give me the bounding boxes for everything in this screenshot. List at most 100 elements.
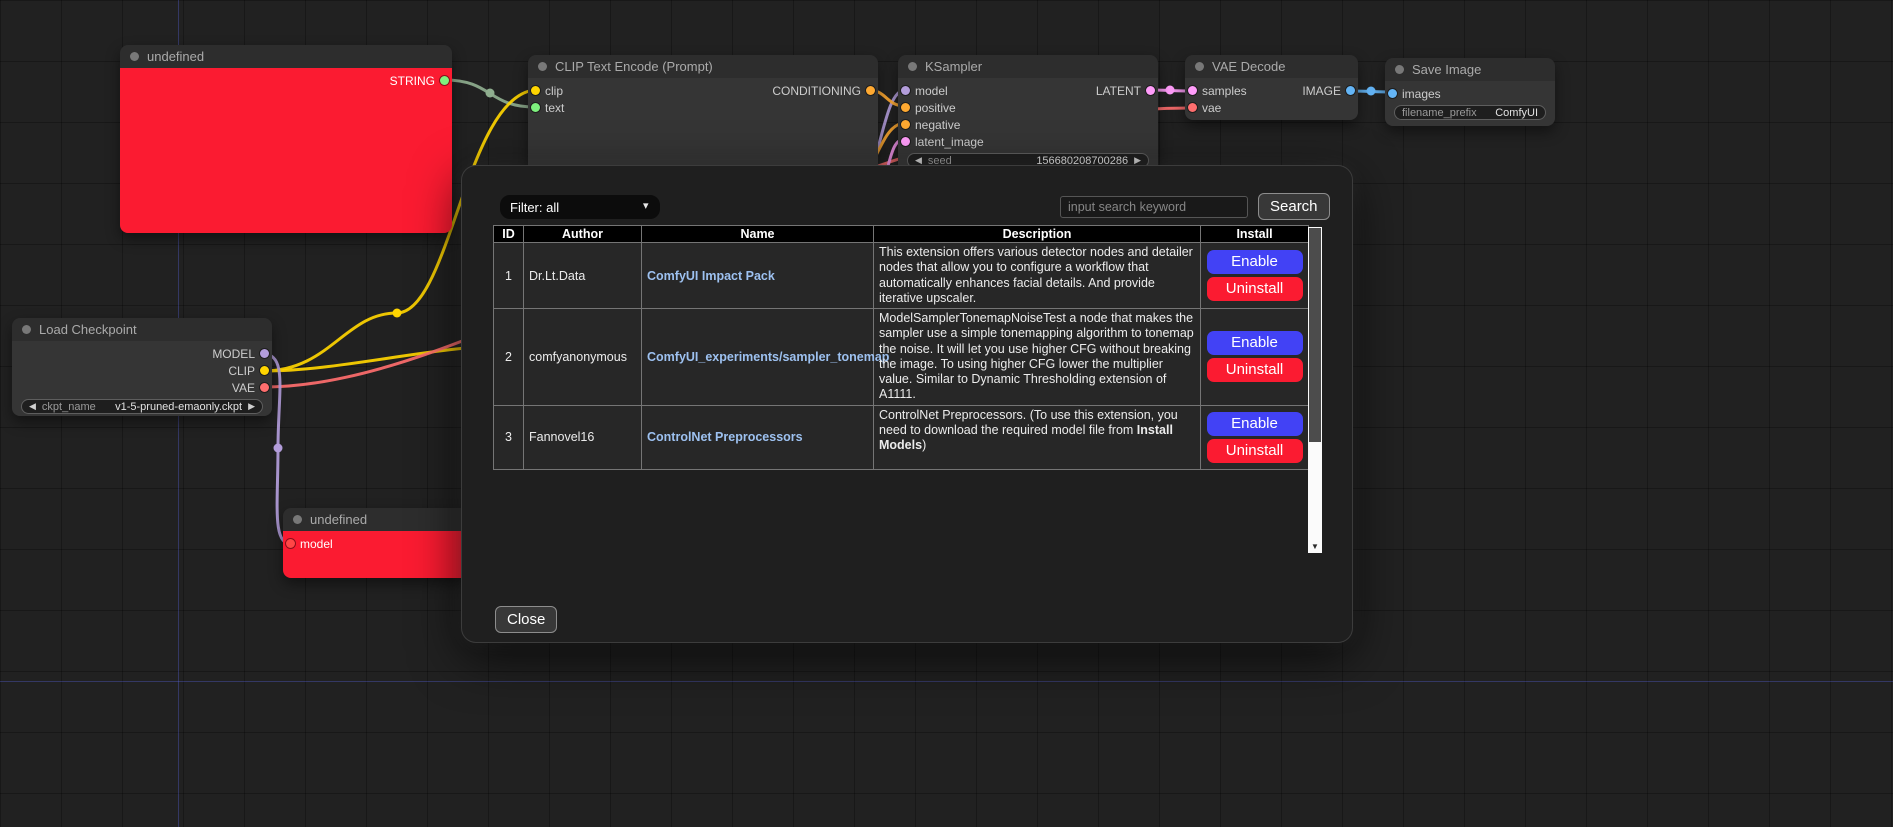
node-collapse-dot[interactable] bbox=[1395, 65, 1404, 74]
extension-id: 2 bbox=[494, 309, 524, 406]
extension-description: This extension offers various detector n… bbox=[874, 243, 1201, 309]
node-widget-ckpt_name[interactable]: ◀ckpt_namev1-5-pruned-emaonly.ckpt▶ bbox=[21, 399, 263, 414]
node-collapse-dot[interactable] bbox=[1195, 62, 1204, 71]
uninstall-button[interactable]: Uninstall bbox=[1207, 439, 1303, 463]
output-port-VAE[interactable] bbox=[260, 383, 269, 392]
input-port-samples[interactable] bbox=[1188, 86, 1197, 95]
output-label: MODEL bbox=[212, 347, 255, 361]
output-port-LATENT[interactable] bbox=[1146, 86, 1155, 95]
output-port-CONDITIONING[interactable] bbox=[866, 86, 875, 95]
input-port-model[interactable] bbox=[286, 539, 295, 548]
input-label: model bbox=[300, 537, 333, 551]
input-label: images bbox=[1402, 87, 1441, 101]
search-button[interactable]: Search bbox=[1258, 193, 1330, 220]
output-label: CLIP bbox=[228, 364, 255, 378]
node-collapse-dot[interactable] bbox=[908, 62, 917, 71]
extension-description: ControlNet Preprocessors. (To use this e… bbox=[874, 405, 1201, 469]
output-port-MODEL[interactable] bbox=[260, 349, 269, 358]
enable-button[interactable]: Enable bbox=[1207, 412, 1303, 436]
node-title-bar[interactable]: undefined bbox=[120, 45, 452, 68]
node-widget-filename_prefix[interactable]: filename_prefixComfyUI bbox=[1394, 105, 1546, 120]
extension-name-cell: ControlNet Preprocessors bbox=[642, 405, 874, 469]
extension-install-cell: Enable Uninstall bbox=[1201, 309, 1309, 406]
widget-value: 156680208700286 bbox=[1036, 155, 1128, 167]
enable-button[interactable]: Enable bbox=[1207, 250, 1303, 274]
input-port-vae[interactable] bbox=[1188, 103, 1197, 112]
widget-increment-icon[interactable]: ▶ bbox=[248, 402, 255, 411]
output-port-CLIP[interactable] bbox=[260, 366, 269, 375]
uninstall-button[interactable]: Uninstall bbox=[1207, 358, 1303, 382]
enable-button[interactable]: Enable bbox=[1207, 331, 1303, 355]
close-button[interactable]: Close bbox=[495, 606, 557, 633]
node-save-image[interactable]: Save Image images filename_prefixComfyUI bbox=[1385, 58, 1555, 126]
node-collapse-dot[interactable] bbox=[538, 62, 547, 71]
input-label: clip bbox=[545, 84, 563, 98]
widget-value: v1-5-pruned-emaonly.ckpt bbox=[115, 401, 242, 413]
input-port-text[interactable] bbox=[531, 103, 540, 112]
search-input[interactable] bbox=[1060, 196, 1248, 218]
extension-row: 2comfyanonymousComfyUI_experiments/sampl… bbox=[494, 309, 1309, 406]
widget-increment-icon[interactable]: ▶ bbox=[1134, 156, 1141, 165]
node-title-label: CLIP Text Encode (Prompt) bbox=[555, 59, 713, 74]
input-label: samples bbox=[1202, 84, 1247, 98]
input-port-positive[interactable] bbox=[901, 103, 910, 112]
node-title-label: KSampler bbox=[925, 59, 982, 74]
input-port-latent_image[interactable] bbox=[901, 137, 910, 146]
node-collapse-dot[interactable] bbox=[130, 52, 139, 61]
node-collapse-dot[interactable] bbox=[293, 515, 302, 524]
widget-label: seed bbox=[928, 155, 952, 167]
node-title-label: undefined bbox=[147, 49, 204, 64]
extension-description: ModelSamplerTonemapNoiseTest a node that… bbox=[874, 309, 1201, 406]
node-load-checkpoint[interactable]: Load Checkpoint MODELCLIPVAE ◀ckpt_namev… bbox=[12, 318, 272, 416]
output-port-STRING[interactable] bbox=[440, 76, 449, 85]
node-title-bar[interactable]: Save Image bbox=[1385, 58, 1555, 81]
widget-decrement-icon[interactable]: ◀ bbox=[915, 156, 922, 165]
extension-row: 1Dr.Lt.DataComfyUI Impact PackThis exten… bbox=[494, 243, 1309, 309]
wire-midpoint-dot bbox=[393, 309, 402, 318]
extension-table-container: IDAuthorNameDescriptionInstall 1Dr.Lt.Da… bbox=[493, 225, 1322, 557]
node-vae-decode[interactable]: VAE Decode samples IMAGE vae bbox=[1185, 55, 1358, 120]
node-title-label: Save Image bbox=[1412, 62, 1481, 77]
node-title-label: Load Checkpoint bbox=[39, 322, 137, 337]
column-header-id: ID bbox=[494, 226, 524, 243]
extension-id: 3 bbox=[494, 405, 524, 469]
scrollbar-thumb[interactable] bbox=[1309, 228, 1321, 442]
filter-select[interactable]: Filter: all bbox=[500, 195, 660, 219]
input-port-clip[interactable] bbox=[531, 86, 540, 95]
node-title-label: VAE Decode bbox=[1212, 59, 1285, 74]
extension-install-cell: Enable Uninstall bbox=[1201, 243, 1309, 309]
node-collapse-dot[interactable] bbox=[22, 325, 31, 334]
table-scrollbar[interactable]: ▼ bbox=[1308, 227, 1322, 553]
node-title-bar[interactable]: VAE Decode bbox=[1185, 55, 1358, 78]
output-port-IMAGE[interactable] bbox=[1346, 86, 1355, 95]
uninstall-button[interactable]: Uninstall bbox=[1207, 277, 1303, 301]
wire-midpoint-dot bbox=[1166, 86, 1175, 95]
extension-name-link[interactable]: ControlNet Preprocessors bbox=[647, 430, 803, 444]
extension-name-link[interactable]: ComfyUI_experiments/sampler_tonemap bbox=[647, 350, 889, 364]
column-header-description: Description bbox=[874, 226, 1201, 243]
input-port-images[interactable] bbox=[1388, 89, 1397, 98]
wire-midpoint-dot bbox=[1367, 87, 1376, 96]
wire-midpoint-dot bbox=[486, 89, 495, 98]
wire-midpoint-dot bbox=[274, 444, 283, 453]
extension-table-body: 1Dr.Lt.DataComfyUI Impact PackThis exten… bbox=[494, 243, 1309, 470]
extension-name-link[interactable]: ComfyUI Impact Pack bbox=[647, 269, 775, 283]
column-header-author: Author bbox=[524, 226, 642, 243]
output-label: IMAGE bbox=[1302, 84, 1341, 98]
input-port-negative[interactable] bbox=[901, 120, 910, 129]
extension-row: 3Fannovel16 ControlNet Preprocessors Contr… bbox=[494, 405, 1309, 469]
extension-author: Fannovel16 bbox=[524, 405, 642, 469]
output-label: STRING bbox=[390, 74, 435, 88]
node-undefined-top[interactable]: undefined STRING bbox=[120, 45, 452, 233]
widget-decrement-icon[interactable]: ◀ bbox=[29, 402, 36, 411]
scrollbar-down-arrow-icon[interactable]: ▼ bbox=[1308, 540, 1322, 553]
input-label: negative bbox=[915, 118, 960, 132]
node-title-bar[interactable]: CLIP Text Encode (Prompt) bbox=[528, 55, 878, 78]
extension-install-cell: Enable Uninstall bbox=[1201, 405, 1309, 469]
input-port-model[interactable] bbox=[901, 86, 910, 95]
node-title-label: undefined bbox=[310, 512, 367, 527]
input-label: vae bbox=[1202, 101, 1221, 115]
node-title-bar[interactable]: KSampler bbox=[898, 55, 1158, 78]
node-title-bar[interactable]: Load Checkpoint bbox=[12, 318, 272, 341]
input-label: model bbox=[915, 84, 948, 98]
